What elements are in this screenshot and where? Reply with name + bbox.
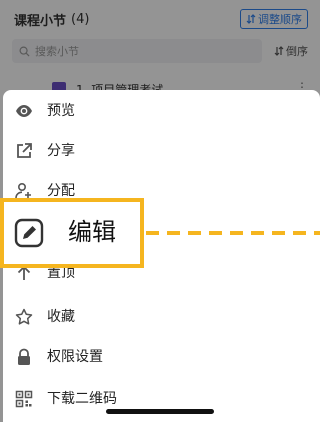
highlight-dashed-line <box>146 231 320 235</box>
menu-label-favorite: 收藏 <box>47 309 75 325</box>
menu-label-preview: 预览 <box>47 103 75 119</box>
share-icon <box>15 142 33 160</box>
home-indicator <box>106 409 214 414</box>
menu-item-share[interactable]: 分享 <box>3 132 320 170</box>
menu-label-share: 分享 <box>47 143 75 159</box>
star-icon <box>15 308 33 326</box>
menu-label-download-qr: 下载二维码 <box>47 391 117 407</box>
edit-icon <box>14 218 44 248</box>
eye-icon <box>15 102 33 120</box>
menu-label-edit: 编辑 <box>68 218 116 246</box>
menu-label-permissions: 权限设置 <box>47 349 103 365</box>
qr-code-icon <box>15 390 33 408</box>
menu-item-edit[interactable]: 编辑 <box>0 198 144 268</box>
menu-item-permissions[interactable]: 权限设置 <box>3 338 320 376</box>
menu-item-preview[interactable]: 预览 <box>3 92 320 130</box>
menu-item-favorite[interactable]: 收藏 <box>3 298 320 336</box>
lock-icon <box>15 348 33 366</box>
